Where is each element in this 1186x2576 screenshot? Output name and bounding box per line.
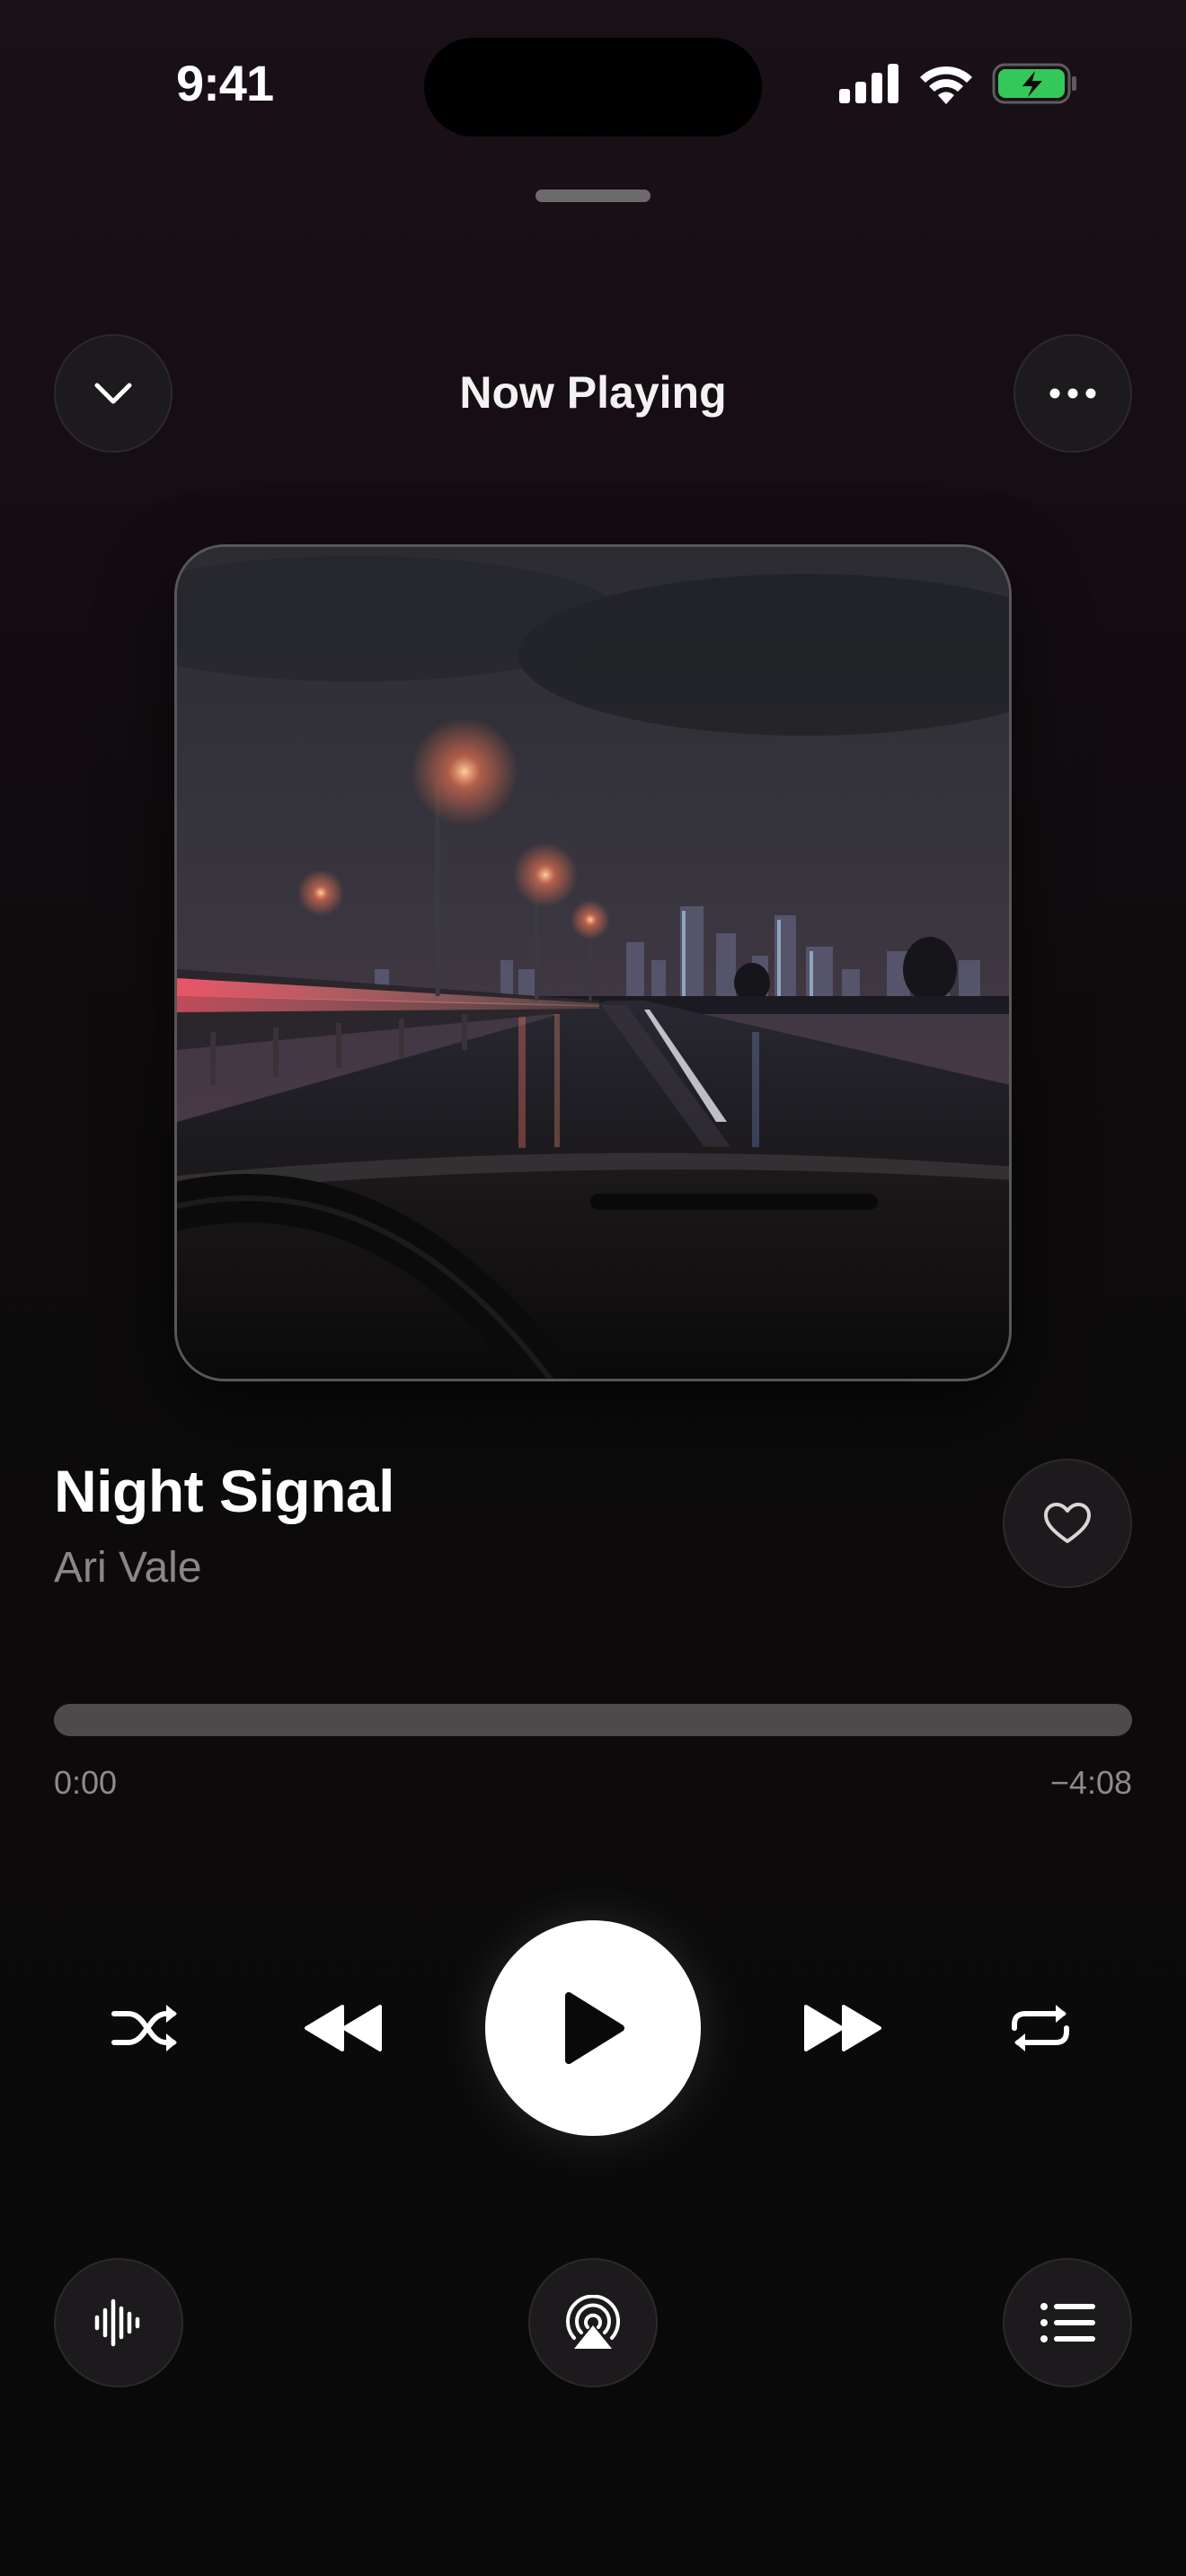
elapsed-time: 0:00: [54, 1764, 118, 1801]
play-button[interactable]: [485, 1920, 701, 2136]
track-title: Night Signal: [54, 1458, 394, 1524]
play-icon: [565, 1992, 624, 2064]
battery-charging-icon: [992, 63, 1076, 104]
waveform-icon: [94, 2298, 140, 2347]
queue-list-icon: [1040, 2303, 1095, 2342]
now-playing-screen: 9:41 Now Playing Night Signal Ari Vale 0…: [0, 0, 1186, 2576]
dynamic-island: [424, 38, 762, 137]
previous-icon: [305, 2005, 382, 2051]
heart-outline-icon: [1044, 1503, 1091, 1543]
status-icons: [839, 63, 1078, 104]
progress-slider[interactable]: [54, 1704, 1132, 1736]
airplay-icon: [566, 2295, 620, 2349]
status-time: 9:41: [176, 55, 274, 111]
wifi-icon: [920, 66, 972, 104]
header-title: Now Playing: [459, 367, 727, 418]
sheet-grabber[interactable]: [535, 190, 651, 202]
repeat-button[interactable]: [994, 1989, 1087, 2068]
cellular-signal-icon: [839, 64, 898, 103]
shuffle-icon: [111, 2005, 177, 2051]
artwork-image: [177, 547, 1009, 1379]
more-options-button[interactable]: [1013, 334, 1132, 453]
shuffle-button[interactable]: [99, 1989, 192, 2068]
more-horizontal-icon: [1049, 388, 1096, 399]
album-artwork: [174, 544, 1012, 1381]
track-artist[interactable]: Ari Vale: [54, 1543, 202, 1592]
next-icon: [804, 2005, 881, 2051]
favorite-button[interactable]: [1003, 1459, 1132, 1588]
next-button[interactable]: [796, 1989, 890, 2068]
airplay-button[interactable]: [528, 2258, 658, 2387]
remaining-time: −4:08: [1049, 1764, 1132, 1801]
lyrics-waveform-button[interactable]: [54, 2258, 183, 2387]
queue-button[interactable]: [1003, 2258, 1132, 2387]
previous-button[interactable]: [296, 1989, 390, 2068]
repeat-icon: [1012, 2005, 1069, 2051]
